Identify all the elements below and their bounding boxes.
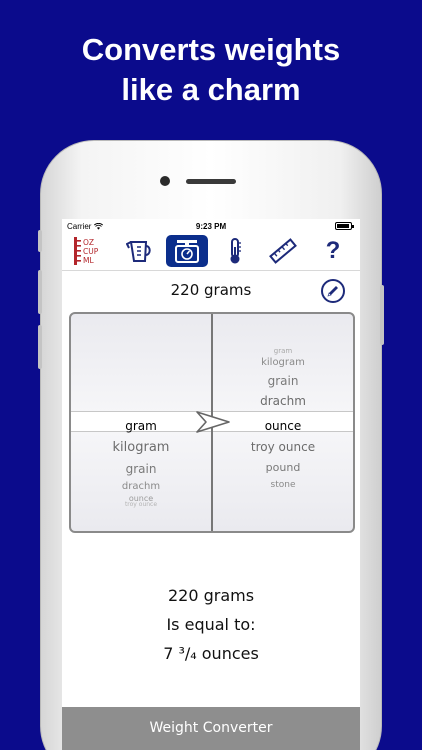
to-unit-wheel[interactable]: gram kilogram grain drachm ounce troy ou… bbox=[213, 314, 353, 531]
battery-icon bbox=[335, 222, 354, 230]
phone-power-button bbox=[380, 285, 384, 345]
to-unit-option[interactable]: gram bbox=[213, 347, 353, 355]
from-unit-wheel[interactable]: gram kilogram grain drachm ounce troy ou… bbox=[71, 314, 211, 531]
thermometer-icon bbox=[230, 238, 241, 264]
result-input-line: 220 grams bbox=[167, 586, 255, 605]
footer-title-bar: Weight Converter bbox=[62, 707, 360, 750]
earpiece-speaker bbox=[186, 179, 236, 184]
tab-temperature[interactable] bbox=[214, 235, 256, 267]
tab-weight[interactable] bbox=[166, 235, 208, 267]
tab-volume-units[interactable]: OZ CUP ML bbox=[68, 235, 110, 267]
front-camera bbox=[160, 176, 170, 186]
status-bar: Carrier 9:23 PM bbox=[62, 219, 360, 233]
help-button[interactable]: ? bbox=[312, 235, 354, 267]
result-output-line: 7 ³/₄ ounces bbox=[163, 644, 259, 663]
ruler-icon bbox=[269, 238, 297, 264]
from-unit-selected[interactable]: gram bbox=[71, 419, 211, 433]
converter-toolbar: OZ CUP ML ? bbox=[62, 233, 360, 271]
phone-volume-down-button bbox=[38, 325, 42, 369]
to-unit-option[interactable]: stone bbox=[213, 480, 353, 490]
edit-amount-button[interactable] bbox=[321, 279, 345, 303]
tab-measuring-cup[interactable] bbox=[118, 235, 160, 267]
from-unit-option[interactable]: grain bbox=[71, 462, 211, 476]
svg-text:ML: ML bbox=[83, 256, 94, 265]
measuring-cup-icon bbox=[126, 241, 151, 262]
scale-icon bbox=[175, 240, 199, 263]
unit-picker: gram kilogram grain drachm ounce troy ou… bbox=[69, 312, 355, 533]
to-unit-option[interactable]: drachm bbox=[213, 394, 353, 408]
tab-length[interactable] bbox=[262, 235, 304, 267]
svg-text:OZ: OZ bbox=[83, 238, 94, 247]
phone-side-button bbox=[38, 230, 42, 252]
to-unit-option[interactable]: grain bbox=[213, 374, 353, 388]
headline-line-1: Converts weights bbox=[81, 32, 341, 67]
to-unit-selected[interactable]: ounce bbox=[213, 419, 353, 433]
from-unit-option[interactable]: drachm bbox=[71, 481, 211, 492]
from-unit-option[interactable]: kilogram bbox=[71, 440, 211, 455]
to-unit-option[interactable]: pound bbox=[213, 461, 353, 474]
pencil-icon bbox=[327, 286, 338, 297]
svg-text:CUP: CUP bbox=[83, 247, 99, 256]
help-icon: ? bbox=[325, 237, 341, 264]
conversion-arrow-icon bbox=[196, 411, 230, 433]
to-unit-option[interactable]: kilogram bbox=[213, 357, 353, 368]
headline: Converts weights like a charm bbox=[0, 30, 422, 110]
result-equals-line: Is equal to: bbox=[166, 615, 256, 634]
status-time: 9:23 PM bbox=[195, 222, 227, 231]
amount-display: 220 grams bbox=[170, 281, 252, 299]
to-unit-option[interactable]: troy ounce bbox=[213, 440, 353, 454]
headline-line-2: like a charm bbox=[121, 72, 301, 107]
oz-cup-ml-icon: OZ CUP ML bbox=[74, 237, 99, 265]
app-screen: Carrier 9:23 PM OZ CUP ML ? 220 grams gr… bbox=[62, 219, 360, 750]
phone-volume-up-button bbox=[38, 270, 42, 314]
from-unit-option[interactable]: troy ounce bbox=[71, 501, 211, 508]
conversion-result: 220 grams Is equal to: 7 ³/₄ ounces bbox=[62, 581, 360, 668]
